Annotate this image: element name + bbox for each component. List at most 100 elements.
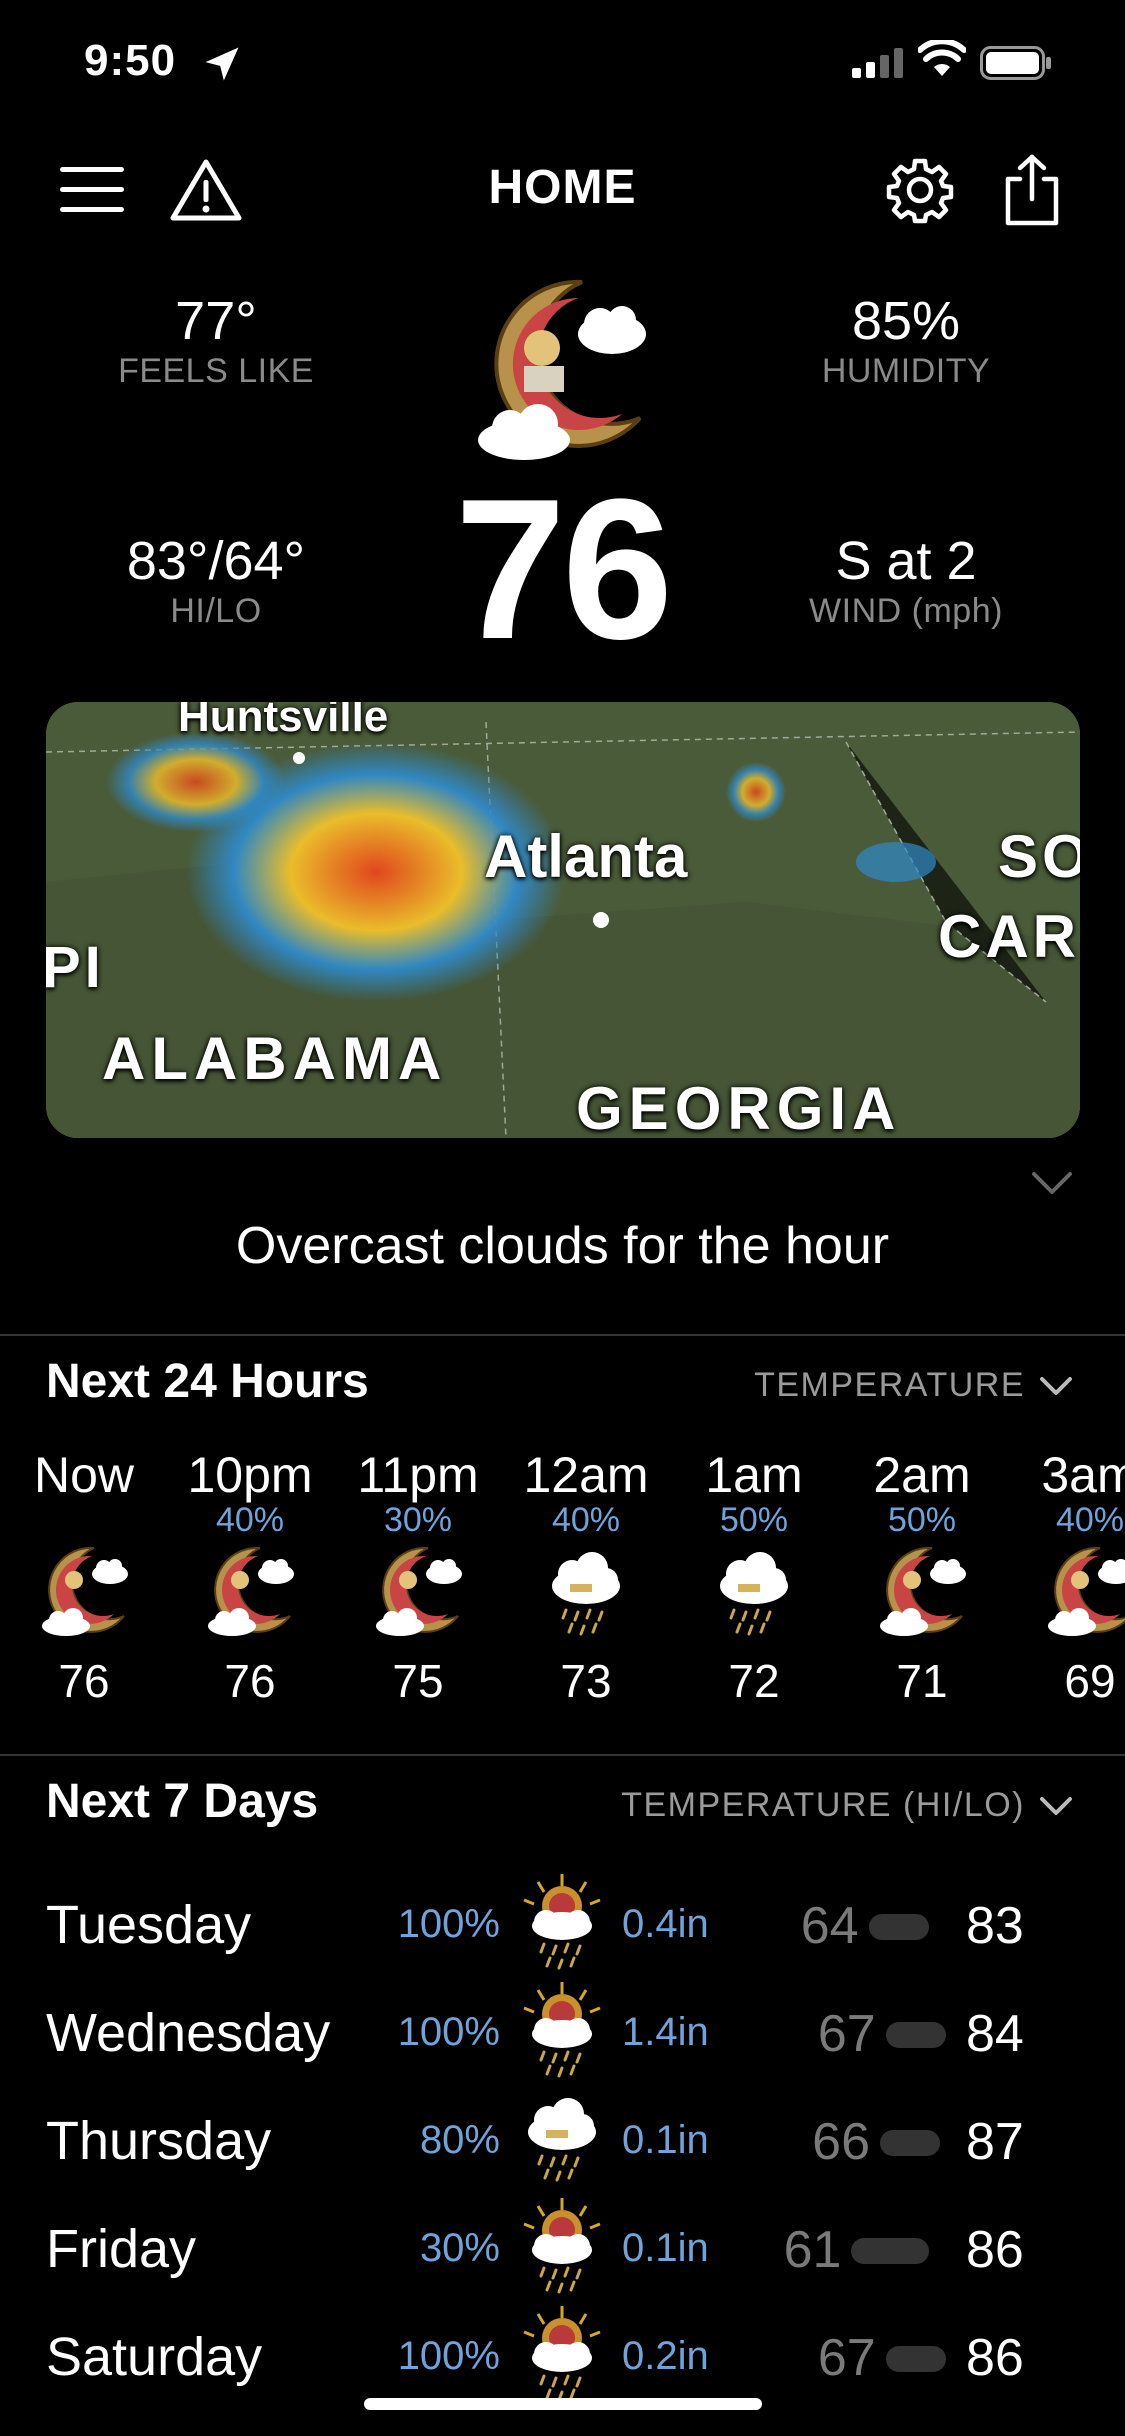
divider xyxy=(0,1334,1125,1336)
hourly-time: 11pm xyxy=(357,1447,479,1503)
hourly-time: 2am xyxy=(873,1447,971,1503)
daily-row[interactable]: Tuesday 100% 0.4in 64 83 xyxy=(0,1870,1125,1978)
daily-row[interactable]: Thursday 80% 0.1in 66 87 xyxy=(0,2086,1125,2194)
map-label-georgia: GEORGIA xyxy=(576,1075,902,1138)
daily-metric-select[interactable]: TEMPERATURE (HI/LO) xyxy=(621,1786,1073,1825)
share-button[interactable] xyxy=(992,150,1072,230)
sun-rain-icon xyxy=(523,1874,601,1970)
moon-cloud-icon xyxy=(880,1546,966,1636)
map-label-so: SO xyxy=(998,823,1080,890)
wifi-icon xyxy=(918,40,966,76)
location-arrow-icon xyxy=(205,47,239,81)
hourly-time: Now xyxy=(33,1447,135,1503)
day-precip-amount: 0.2in xyxy=(622,2334,709,2378)
hilo-label: HI/LO xyxy=(170,592,262,630)
hourly-temperature: 75 xyxy=(392,1655,444,1707)
day-name: Wednesday xyxy=(46,2003,331,2063)
day-precip-amount: 0.4in xyxy=(622,1902,709,1946)
day-name: Thursday xyxy=(46,2111,272,2171)
moon-cloud-icon xyxy=(1048,1546,1125,1636)
hourly-precip-chance: 50% xyxy=(887,1501,957,1539)
hourly-temperature: 72 xyxy=(728,1655,780,1707)
daily-row[interactable]: Saturday 100% 0.2in 67 86 xyxy=(0,2302,1125,2410)
hourly-precip-chance: 40% xyxy=(551,1501,621,1539)
hourly-time: 1am xyxy=(705,1447,803,1503)
day-temp-range-bar xyxy=(868,1914,929,1940)
day-precip-chance: 100% xyxy=(397,2010,500,2054)
map-label-alabama: ALABAMA xyxy=(102,1025,448,1092)
day-high-temp: 87 xyxy=(966,2113,1024,2171)
day-low-temp: 61 xyxy=(783,2221,842,2279)
hourly-time: 12am xyxy=(523,1447,649,1503)
map-label-huntsville: Huntsville xyxy=(178,702,389,741)
cellular-signal-icon xyxy=(852,48,903,78)
day-low-temp: 66 xyxy=(812,2113,870,2171)
day-high-temp: 83 xyxy=(966,1897,1024,1955)
moon-cloud-icon xyxy=(478,279,646,460)
hourly-item[interactable]: 10pm 40% 76 xyxy=(166,1450,334,1708)
day-high-temp: 86 xyxy=(966,2221,1024,2279)
sun-rain-icon xyxy=(523,1982,601,2078)
map-label-pi: PI xyxy=(46,935,105,1000)
day-precip-amount: 0.1in xyxy=(622,2226,709,2270)
hourly-item[interactable]: 11pm 30% 75 xyxy=(334,1450,502,1708)
day-temp-range-bar xyxy=(885,2022,946,2048)
status-time: 9:50 xyxy=(84,36,177,85)
day-low-temp: 67 xyxy=(817,2329,876,2387)
rain-cloud-icon xyxy=(720,1552,788,1636)
chevron-down-icon xyxy=(1040,1376,1072,1395)
rain-cloud-icon xyxy=(552,1552,620,1636)
sun-rain-icon xyxy=(523,2198,601,2294)
day-temp-range-bar xyxy=(851,2238,930,2264)
radar-map[interactable]: Huntsville Atlanta SO CAR PI ALABAMA GEO… xyxy=(46,702,1080,1138)
hourly-temperature: 69 xyxy=(1064,1655,1116,1707)
day-high-temp: 84 xyxy=(966,2005,1024,2063)
humidity-label: HUMIDITY xyxy=(821,352,991,390)
day-precip-chance: 80% xyxy=(419,2118,500,2162)
battery-icon xyxy=(980,46,1051,80)
rain-cloud-icon xyxy=(528,2098,596,2182)
hourly-temperature: 76 xyxy=(224,1655,276,1707)
moon-cloud-icon xyxy=(376,1546,462,1636)
day-name: Friday xyxy=(46,2219,197,2279)
hourly-section-title: Next 24 Hours xyxy=(46,1355,369,1408)
current-temperature: 76 xyxy=(454,458,673,681)
hourly-temperature: 76 xyxy=(58,1655,110,1707)
moon-cloud-icon xyxy=(42,1546,128,1636)
daily-section-title: Next 7 Days xyxy=(46,1775,319,1828)
hourly-precip-chance: 30% xyxy=(383,1501,453,1539)
wind-value: S at 2 xyxy=(835,531,977,591)
day-precip-chance: 100% xyxy=(397,2334,500,2378)
hourly-item[interactable]: 12am 40% 73 xyxy=(502,1450,670,1708)
day-precip-chance: 30% xyxy=(419,2226,500,2270)
hourly-time: 10pm xyxy=(187,1447,313,1503)
settings-button[interactable] xyxy=(880,150,960,230)
day-temp-range-bar xyxy=(880,2130,940,2156)
hourly-item[interactable]: Now 76 xyxy=(0,1450,168,1708)
map-label-car: CAR xyxy=(938,903,1080,970)
moon-cloud-icon xyxy=(208,1546,294,1636)
hourly-summary: Overcast clouds for the hour xyxy=(235,1217,890,1275)
hourly-metric-select[interactable]: TEMPERATURE xyxy=(754,1366,1073,1405)
chevron-down-icon[interactable] xyxy=(1030,1168,1074,1198)
hourly-metric-label: TEMPERATURE xyxy=(754,1366,1025,1404)
daily-row[interactable]: Wednesday 100% 1.4in 67 84 xyxy=(0,1978,1125,2086)
gear-icon xyxy=(886,158,954,224)
hourly-temperature: 73 xyxy=(560,1655,612,1707)
daily-row[interactable]: Friday 30% 0.1in 61 86 xyxy=(0,2194,1125,2302)
day-low-temp: 67 xyxy=(817,2005,876,2063)
share-icon xyxy=(1005,154,1059,226)
day-high-temp: 86 xyxy=(966,2329,1024,2387)
day-name: Saturday xyxy=(46,2327,263,2387)
home-indicator[interactable] xyxy=(364,2398,762,2410)
hourly-item[interactable]: 2am 50% 71 xyxy=(838,1450,1006,1708)
hourly-item[interactable]: 3am 40% 69 xyxy=(1006,1450,1125,1708)
divider xyxy=(0,1754,1125,1756)
day-low-temp: 64 xyxy=(800,1897,859,1955)
hourly-item[interactable]: 1am 50% 72 xyxy=(670,1450,838,1708)
day-name: Tuesday xyxy=(46,1895,252,1955)
chevron-down-icon xyxy=(1040,1796,1072,1815)
feels-like-label: FEELS LIKE xyxy=(118,352,314,390)
feels-like-value: 77° xyxy=(175,291,257,351)
sun-rain-icon xyxy=(523,2306,601,2402)
